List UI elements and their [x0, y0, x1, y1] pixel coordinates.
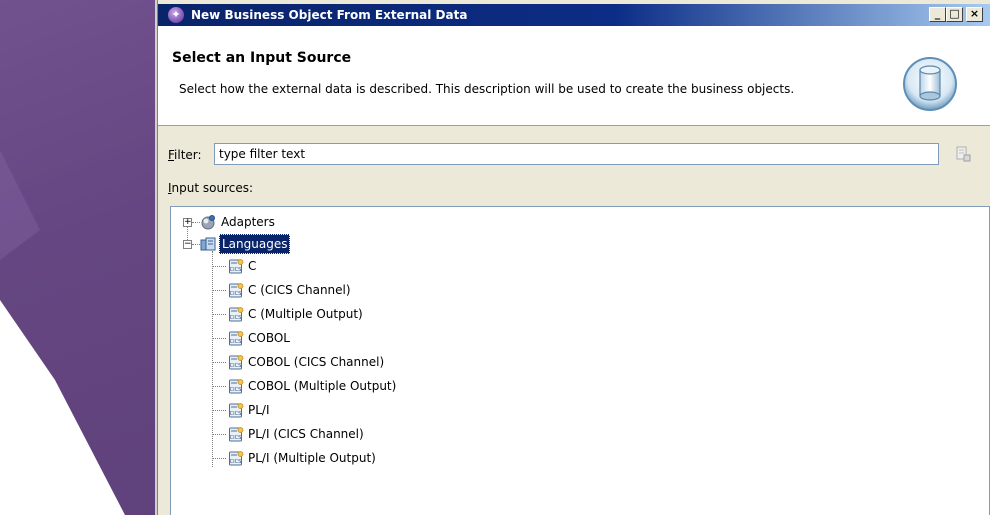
svg-text:CICS: CICS — [230, 315, 242, 321]
minimize-button[interactable]: _ — [929, 7, 946, 22]
tree-node-label: COBOL — [248, 331, 290, 345]
languages-folder-icon — [200, 237, 216, 251]
tree-connector — [192, 222, 200, 223]
page-description: Select how the external data is describe… — [179, 82, 795, 96]
tree-connector — [212, 410, 226, 411]
tree-connector — [212, 434, 226, 435]
input-sources-tree[interactable]: + Adapters − Languages CICS C CICS C (CICS … — [170, 206, 990, 515]
cics-language-icon: CICS — [228, 330, 244, 346]
maximize-button[interactable]: □ — [946, 7, 963, 22]
tree-node-label: PL/I (Multiple Output) — [248, 451, 376, 465]
app-icon: ✦ — [168, 7, 184, 23]
tree-connector — [212, 338, 226, 339]
cics-language-icon: CICS — [228, 354, 244, 370]
cics-language-icon: CICS — [228, 282, 244, 298]
input-sources-label: Input sources: — [168, 181, 253, 195]
cics-language-icon: CICS — [228, 402, 244, 418]
tree-connector — [212, 290, 226, 291]
close-button[interactable]: × — [966, 7, 983, 22]
adapter-icon — [201, 215, 215, 230]
filter-label-text: ilter: — [174, 148, 202, 162]
cics-language-icon: CICS — [228, 450, 244, 466]
dialog-window: ✦ New Business Object From External Data… — [155, 0, 990, 515]
tree-connector — [212, 386, 226, 387]
tree-node-label: Adapters — [221, 215, 275, 229]
tree-node-label: C (Multiple Output) — [248, 307, 363, 321]
svg-text:CICS: CICS — [230, 267, 242, 273]
filter-label: Filter: — [168, 148, 202, 162]
svg-text:CICS: CICS — [230, 387, 242, 393]
tree-connector — [212, 266, 226, 267]
desktop-wedge — [0, 0, 160, 515]
clear-filter-icon[interactable] — [955, 146, 971, 162]
cics-language-icon: CICS — [228, 378, 244, 394]
tree-connector — [212, 362, 226, 363]
window-title: New Business Object From External Data — [191, 8, 468, 22]
svg-text:CICS: CICS — [230, 339, 242, 345]
tree-node-label: PL/I (CICS Channel) — [248, 427, 364, 441]
wizard-header: Select an Input Source Select how the ex… — [158, 26, 990, 126]
page-title: Select an Input Source — [172, 50, 352, 66]
tree-node-label-selected: Languages — [219, 234, 291, 254]
cics-language-icon: CICS — [228, 426, 244, 442]
svg-text:CICS: CICS — [230, 459, 242, 465]
tree-connector — [212, 458, 226, 459]
expand-adapters-icon[interactable]: + — [183, 218, 192, 227]
tree-connector — [192, 244, 200, 245]
cics-language-icon: CICS — [228, 258, 244, 274]
svg-text:CICS: CICS — [230, 411, 242, 417]
desktop-background — [0, 0, 160, 515]
tree-node-label: C — [248, 259, 257, 273]
title-bar[interactable]: ✦ New Business Object From External Data… — [158, 4, 990, 26]
tree-node-label: C (CICS Channel) — [248, 283, 351, 297]
tree-node-label: COBOL (Multiple Output) — [248, 379, 397, 393]
filter-input[interactable] — [214, 143, 939, 165]
database-icon — [903, 57, 957, 111]
cics-language-icon: CICS — [228, 306, 244, 322]
tree-connector — [212, 314, 226, 315]
tree-node-label: COBOL (CICS Channel) — [248, 355, 385, 369]
svg-text:CICS: CICS — [230, 291, 242, 297]
svg-text:CICS: CICS — [230, 363, 242, 369]
collapse-languages-icon[interactable]: − — [183, 240, 192, 249]
tree-node-label: PL/I — [248, 403, 270, 417]
svg-text:CICS: CICS — [230, 435, 242, 441]
input-sources-label-text: nput sources: — [171, 181, 254, 195]
